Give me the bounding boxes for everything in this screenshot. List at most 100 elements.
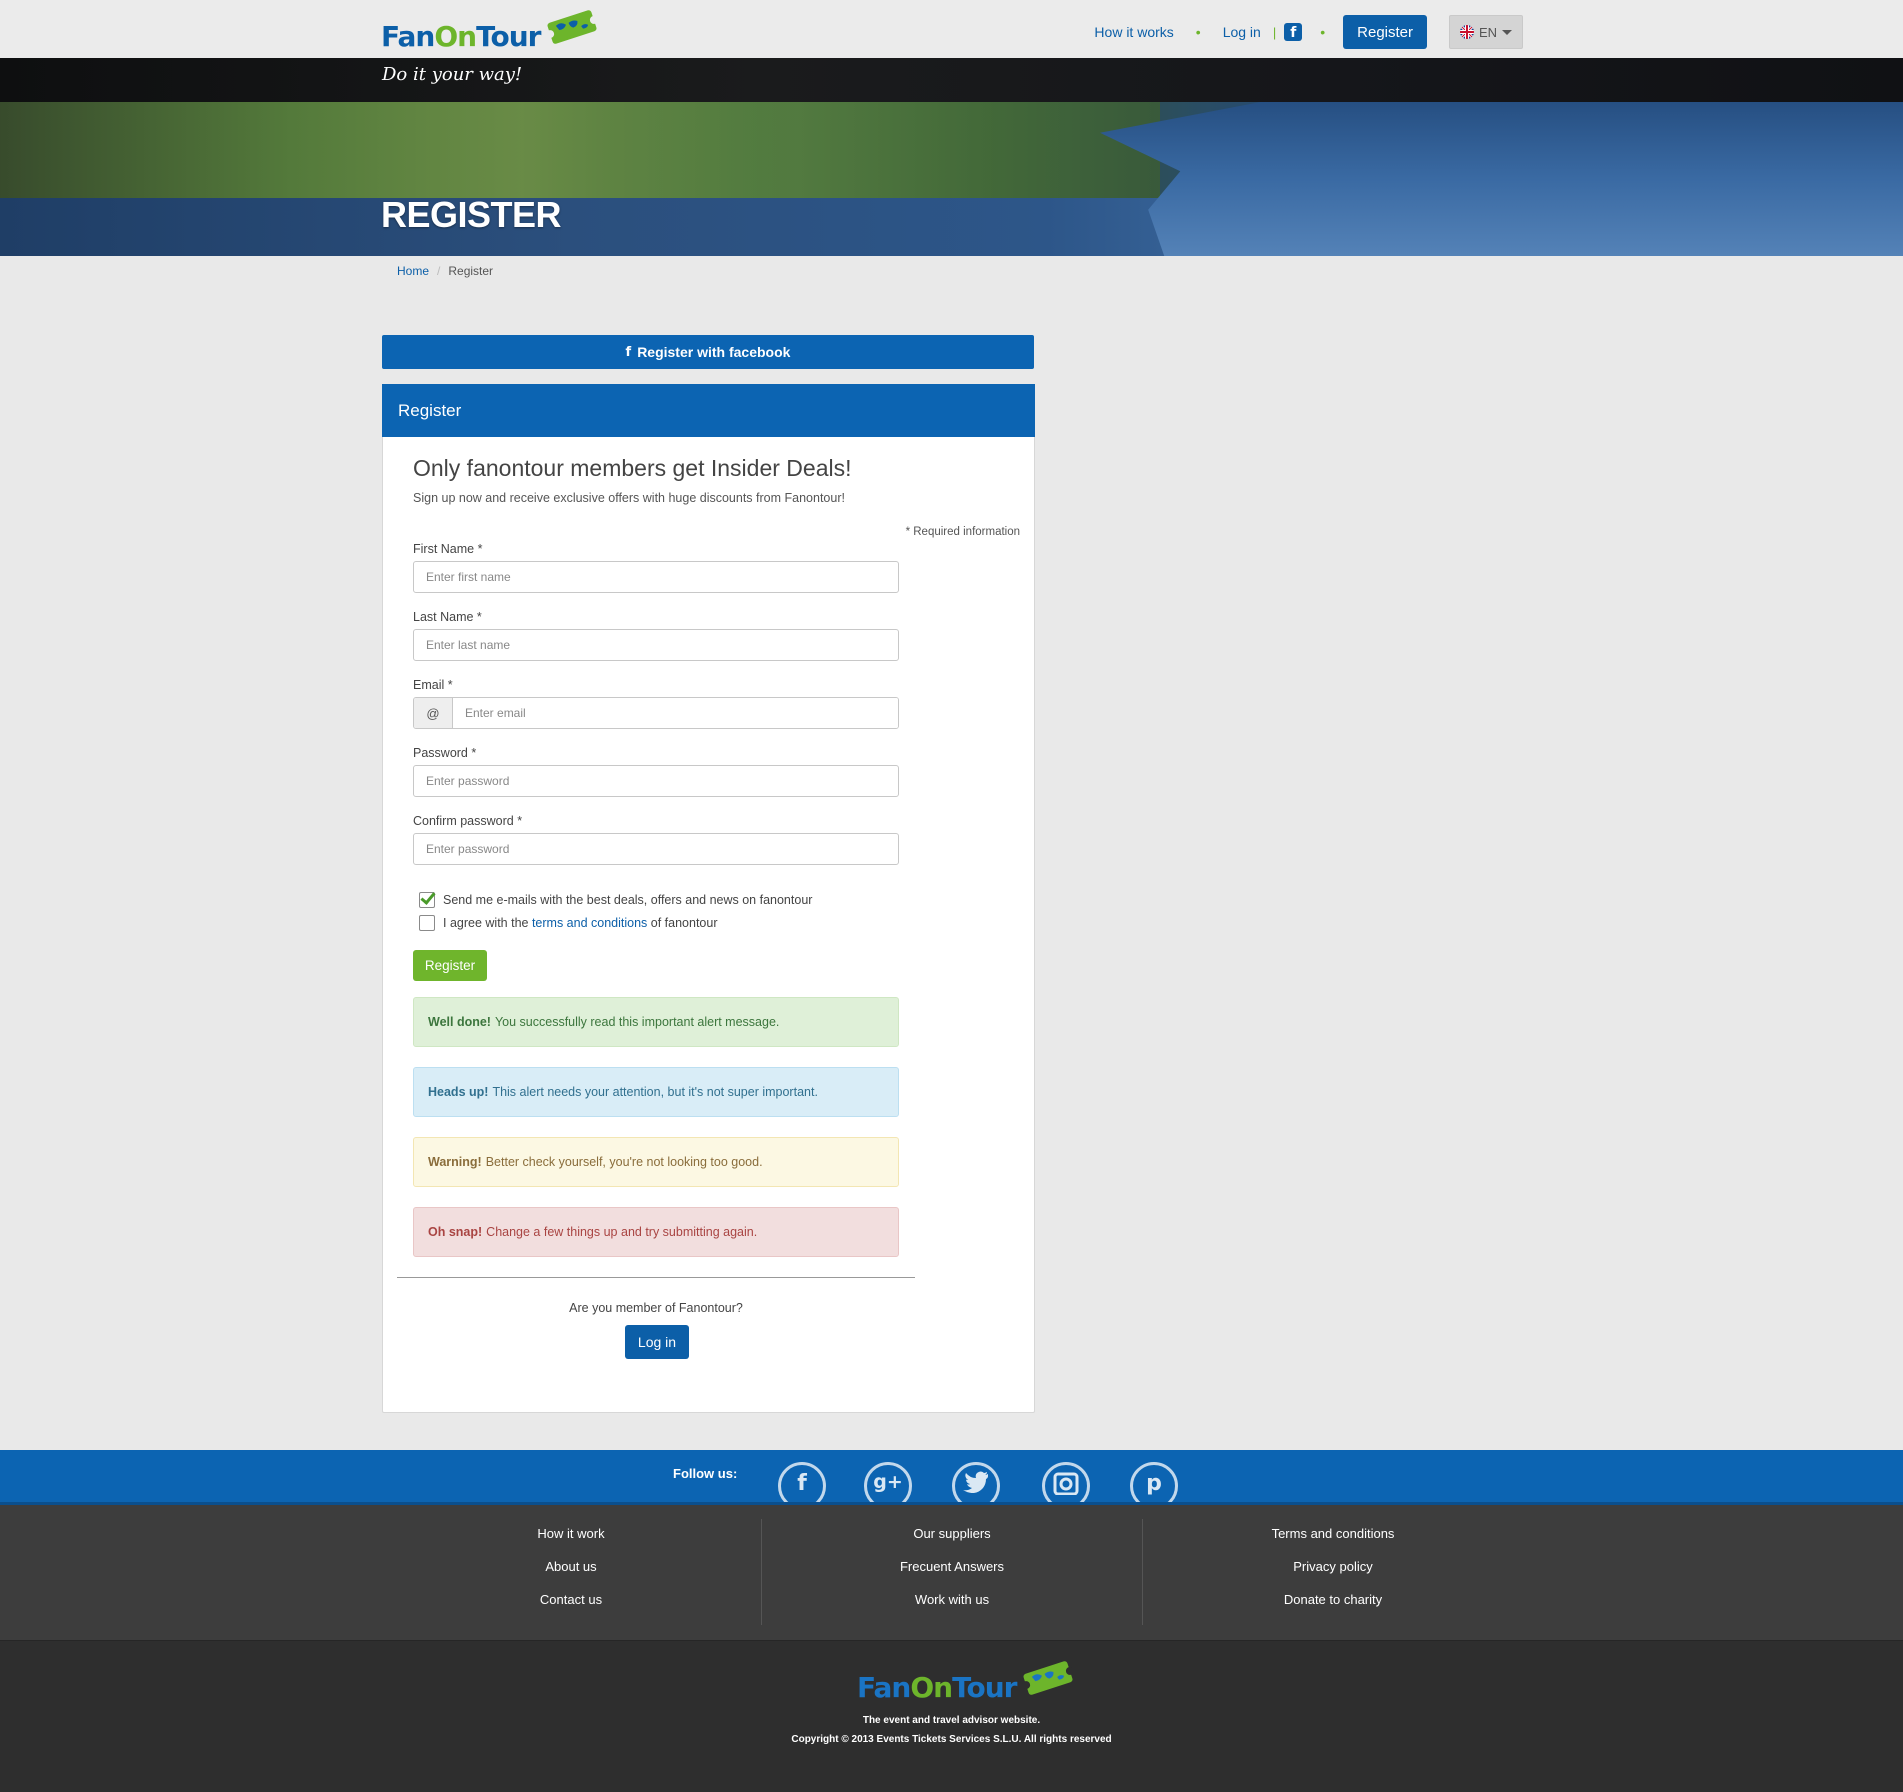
ticket-globe-icon [546, 10, 598, 44]
footer-link-donate[interactable]: Donate to charity [1284, 1583, 1382, 1616]
follow-us-bar: Follow us: f g+ p [0, 1450, 1903, 1505]
top-header: FanOnTour How it works • Log in | f • Re… [0, 0, 1903, 58]
facebook-button-label: Register with facebook [637, 344, 791, 360]
login-button[interactable]: Log in [625, 1325, 689, 1359]
footer-link-contact-us[interactable]: Contact us [540, 1583, 602, 1616]
camera-glyph [1053, 1472, 1079, 1495]
site-logo[interactable]: FanOnTour [381, 10, 601, 54]
page-title: REGISTER [381, 194, 562, 235]
logo-text-tour: Tour [476, 20, 541, 53]
google-plus-icon[interactable]: g+ [864, 1462, 912, 1502]
nav-register-button[interactable]: Register [1343, 15, 1427, 49]
language-code: EN [1478, 24, 1498, 40]
nav-dot-separator: • [1195, 24, 1201, 40]
footer-logo[interactable]: FanOnTour [857, 1661, 1077, 1705]
email-field: @ [413, 697, 899, 729]
divider [397, 1277, 915, 1278]
nav-login[interactable]: Log in [1219, 24, 1265, 40]
alert-success-text: You successfully read this important ale… [494, 1015, 780, 1029]
ticket-globe-icon [1022, 1661, 1074, 1695]
alert-warning-title: Warning! [428, 1155, 482, 1169]
member-question: Are you member of Fanontour? [569, 1301, 743, 1315]
breadcrumb-current: Register [448, 264, 494, 278]
alert-success: Well done! You successfully read this im… [413, 997, 899, 1047]
alert-warning-text: Better check yourself, you're not lookin… [485, 1155, 763, 1169]
terms-checkbox[interactable] [419, 915, 435, 931]
required-note: * Required information [905, 526, 1020, 538]
email-label: Email * [413, 678, 453, 692]
footer-links: How it work About us Contact us Our supp… [0, 1505, 1903, 1640]
terms-link[interactable]: terms and conditions [532, 916, 647, 930]
terms-suffix: of fanontour [650, 916, 718, 930]
twitter-icon[interactable] [952, 1462, 1000, 1502]
logo-text-fan: Fan [381, 20, 435, 53]
terms-label: I agree with the terms and conditions of… [443, 916, 718, 930]
terms-prefix: I agree with the [443, 916, 529, 930]
panel-title: Register [382, 384, 1035, 437]
nav-dot-separator: • [1320, 24, 1326, 40]
confirm-password-label: Confirm password * [413, 814, 523, 828]
alert-warning: Warning! Better check yourself, you're n… [413, 1137, 899, 1187]
footer-column-2: Our suppliers Frecuent Answers Work with… [762, 1505, 1142, 1637]
form-subheading: Sign up now and receive exclusive offers… [413, 491, 845, 505]
password-input[interactable] [413, 765, 899, 797]
footer-link-how-it-work[interactable]: How it work [537, 1517, 604, 1550]
last-name-input[interactable] [413, 629, 899, 661]
alert-info: Heads up! This alert needs your attentio… [413, 1067, 899, 1117]
site-tagline: Do it your way! [382, 64, 523, 85]
footer-slogan: The event and travel advisor website. [862, 1715, 1041, 1726]
logo-text-fan: Fan [857, 1671, 911, 1704]
language-selector[interactable]: EN [1449, 15, 1523, 49]
alert-info-title: Heads up! [428, 1085, 489, 1099]
register-panel: Register Only fanontour members get Insi… [382, 384, 1035, 1413]
nav-how-it-works[interactable]: How it works [1090, 24, 1177, 40]
facebook-icon[interactable]: f [778, 1462, 826, 1502]
hero-landscape [0, 102, 1160, 202]
newsletter-option: Send me e-mails with the best deals, off… [419, 892, 812, 908]
follow-us-label: Follow us: [673, 1466, 738, 1481]
instagram-icon[interactable] [1042, 1462, 1090, 1502]
alert-danger-text: Change a few things up and try submittin… [486, 1225, 758, 1239]
alert-danger: Oh snap! Change a few things up and try … [413, 1207, 899, 1257]
hero-dark-strip [0, 58, 1903, 102]
twitter-bird-glyph [963, 1471, 988, 1493]
top-navigation: How it works • Log in | f • Register EN [1090, 15, 1523, 49]
footer-link-about-us[interactable]: About us [545, 1550, 596, 1583]
facebook-icon: f [625, 344, 632, 360]
logo-text-tour: Tour [952, 1671, 1017, 1704]
register-submit-button[interactable]: Register [413, 950, 487, 981]
chevron-down-icon [1502, 29, 1513, 35]
alert-info-text: This alert needs your attention, but it'… [492, 1085, 818, 1099]
newsletter-label: Send me e-mails with the best deals, off… [443, 893, 813, 907]
footer-copyright: Copyright © 2013 Events Tickets Services… [791, 1734, 1112, 1745]
facebook-icon[interactable]: f [1284, 23, 1303, 41]
breadcrumb-home[interactable]: Home [397, 264, 429, 278]
footer-link-privacy[interactable]: Privacy policy [1293, 1550, 1372, 1583]
footer-link-our-suppliers[interactable]: Our suppliers [913, 1517, 990, 1550]
footer-link-work-with-us[interactable]: Work with us [915, 1583, 989, 1616]
confirm-password-input[interactable] [413, 833, 899, 865]
footer-column-3: Terms and conditions Privacy policy Dona… [1143, 1505, 1523, 1637]
breadcrumb-separator: / [437, 264, 441, 278]
logo-text-on: On [910, 1671, 953, 1704]
footer-bottom: FanOnTour The event and travel advisor w… [0, 1640, 1903, 1792]
first-name-input[interactable] [413, 561, 899, 593]
pinterest-icon[interactable]: p [1130, 1462, 1178, 1502]
first-name-label: First Name * [413, 542, 483, 556]
last-name-label: Last Name * [413, 610, 482, 624]
alert-success-title: Well done! [428, 1015, 491, 1029]
form-heading: Only fanontour members get Insider Deals… [413, 455, 852, 481]
footer-column-1: How it work About us Contact us [381, 1505, 761, 1637]
register-with-facebook-button[interactable]: f Register with facebook [382, 335, 1034, 369]
uk-flag-icon [1459, 25, 1474, 39]
newsletter-checkbox[interactable] [419, 892, 435, 908]
footer-link-terms[interactable]: Terms and conditions [1272, 1517, 1395, 1550]
hero-lake [1100, 102, 1903, 256]
hero-banner [0, 58, 1903, 256]
breadcrumb: Home / Register [397, 264, 493, 278]
email-input[interactable] [453, 698, 898, 728]
footer-link-faq[interactable]: Frecuent Answers [900, 1550, 1004, 1583]
terms-option: I agree with the terms and conditions of… [419, 915, 718, 931]
nav-pipe-separator: | [1272, 24, 1277, 40]
logo-text-on: On [434, 20, 477, 53]
